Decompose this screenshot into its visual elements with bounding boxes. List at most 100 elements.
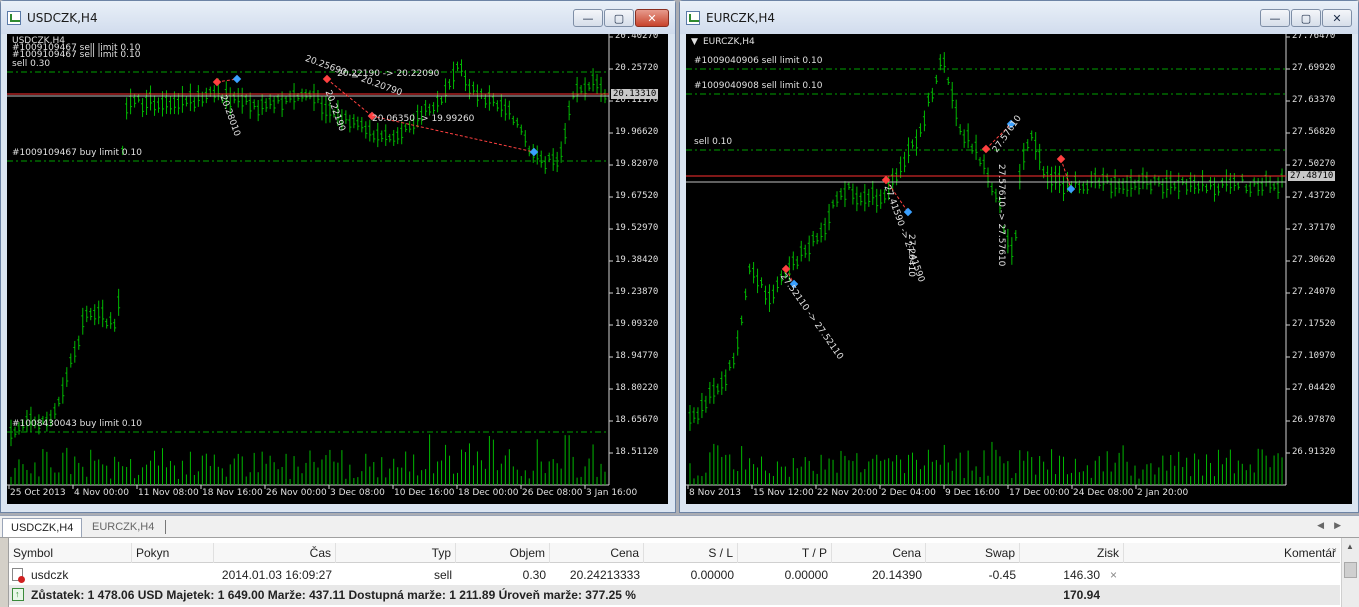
price-tick-label: 27.10970 (1292, 351, 1336, 361)
minimize-button[interactable]: — (573, 9, 603, 27)
dropdown-icon: ▼ (691, 37, 698, 47)
window-titlebar[interactable]: EURCZK,H4 — ▢ ✕ (680, 1, 1358, 34)
chart-window-eurczk[interactable]: EURCZK,H4 — ▢ ✕ 27.76470 27.69920 27.63370… (679, 0, 1359, 513)
price-tick-label: 27.04420 (1292, 383, 1336, 393)
price-tick-label: 27.37170 (1292, 223, 1336, 233)
col-type[interactable]: Typ (336, 543, 456, 563)
trade-open-marker (981, 144, 991, 154)
tab-usdczk[interactable]: USDCZK,H4 (2, 518, 83, 537)
price-tick-label: 27.50270 (1292, 159, 1336, 169)
col-price[interactable]: Cena (832, 543, 926, 563)
price-tick-label: 18.94770 (615, 351, 659, 361)
time-tick-label: 17 Dec 00:00 (1009, 488, 1070, 498)
price-tick-label: 19.67520 (615, 191, 659, 201)
overlay-label: #1009109467 sell limit 0.10 (12, 50, 141, 60)
tab-separator (165, 520, 166, 534)
time-tick-label: 15 Nov 12:00 (753, 488, 814, 498)
price-tick-label: 18.51120 (615, 447, 659, 457)
tab-scroll-arrows[interactable]: ◀▶ (1317, 520, 1351, 531)
minimize-button[interactable]: — (1260, 9, 1290, 27)
total-profit: 170.94 (1063, 588, 1100, 602)
col-sl[interactable]: S / L (644, 543, 738, 563)
window-title: USDCZK,H4 (27, 11, 98, 25)
col-swap[interactable]: Swap (926, 543, 1020, 563)
maximize-icon: ▢ (613, 11, 625, 25)
time-tick-label: 8 Nov 2013 (689, 488, 741, 498)
col-time[interactable]: Čas (214, 543, 336, 563)
price-tick-label: 19.82070 (615, 159, 659, 169)
time-tick-label: 18 Nov 16:00 (202, 488, 263, 498)
price-tick-label: 27.43720 (1292, 191, 1336, 201)
price-tick-label: 26.91320 (1292, 447, 1336, 457)
terminal-scrollbar[interactable]: ▲ (1341, 538, 1359, 607)
trade-open-marker (212, 77, 222, 87)
chart-symbol-label: EURCZK,H4 (703, 37, 755, 47)
trade-terminal: Symbol Pokyn Čas Typ Objem Cena S / L T … (0, 537, 1359, 607)
trade-price-text: 20.06350 -> 19.99260 (372, 114, 475, 124)
col-symbol[interactable]: Symbol (9, 543, 132, 563)
col-volume[interactable]: Objem (456, 543, 550, 563)
close-button[interactable]: ✕ (635, 9, 669, 27)
col-order[interactable]: Pokyn (132, 543, 214, 563)
price-chart[interactable]: 20.40270 20.25720 20.11170 19.96620 19.82070… (7, 34, 668, 504)
scroll-left-icon[interactable]: ◀ (1317, 520, 1334, 530)
price-tick-label: 27.76470 (1292, 34, 1336, 41)
table-row[interactable]: usdczk 2014.01.03 16:09:27 sell 0.30 20.… (9, 565, 1340, 585)
trade-close-marker (903, 207, 913, 217)
trade-price-text: 27.57610 -> 27.57610 (996, 164, 1006, 267)
order-level-label: #1009040908 sell limit 0.10 (694, 81, 823, 91)
terminal-side-handle[interactable] (0, 538, 9, 607)
current-price-label: 27.48710 (1288, 171, 1336, 181)
col-profit[interactable]: Zisk (1020, 543, 1124, 563)
row-sl[interactable]: 0.00000 (644, 565, 738, 585)
account-summary: Zůstatek: 1 478.06 USD Majetek: 1 649.00… (31, 588, 636, 602)
trade-open-marker (1056, 154, 1066, 164)
chart-canvas (686, 34, 1290, 489)
close-position-icon[interactable]: × (1106, 565, 1121, 585)
position-icon (12, 568, 25, 583)
price-tick-label: 19.38420 (615, 255, 659, 265)
price-chart[interactable]: 27.76470 27.69920 27.63370 27.56820 27.50270… (686, 34, 1352, 504)
maximize-button[interactable]: ▢ (604, 9, 634, 27)
col-tp[interactable]: T / P (738, 543, 832, 563)
time-tick-label: 26 Nov 00:00 (266, 488, 327, 498)
price-tick-label: 27.63370 (1292, 95, 1336, 105)
terminal-app: USDCZK,H4 — ▢ ✕ 20.40270 20.25720 20.11170… (0, 0, 1359, 607)
chart-window-usdczk[interactable]: USDCZK,H4 — ▢ ✕ 20.40270 20.25720 20.11170… (0, 0, 676, 513)
row-time: 2014.01.03 16:09:27 (221, 568, 332, 582)
trade-table-header: Symbol Pokyn Čas Typ Objem Cena S / L T … (9, 543, 1340, 563)
close-button[interactable]: ✕ (1322, 9, 1352, 27)
row-open-price: 20.24213333 (569, 568, 640, 582)
row-swap: -0.45 (988, 568, 1016, 582)
row-tp[interactable]: 0.00000 (738, 565, 832, 585)
scroll-up-icon[interactable]: ▲ (1346, 542, 1354, 551)
scroll-right-icon[interactable]: ▶ (1334, 520, 1351, 530)
col-comment[interactable]: Komentář (1124, 543, 1340, 563)
time-tick-label: 4 Nov 00:00 (74, 488, 129, 498)
price-tick-label: 19.96620 (615, 127, 659, 137)
scrollbar-thumb[interactable] (1344, 562, 1357, 578)
minimize-icon: — (1269, 11, 1281, 25)
price-tick-label: 27.56820 (1292, 127, 1336, 137)
order-level-label: #1008430043 buy limit 0.10 (12, 419, 142, 429)
window-titlebar[interactable]: USDCZK,H4 — ▢ ✕ (1, 1, 675, 34)
maximize-button[interactable]: ▢ (1291, 9, 1321, 27)
time-tick-label: 10 Dec 16:00 (394, 488, 455, 498)
price-tick-label: 18.80220 (615, 383, 659, 393)
tab-eurczk[interactable]: EURCZK,H4 (84, 518, 162, 537)
price-tick-label: 27.17520 (1292, 319, 1336, 329)
price-tick-label: 20.25720 (615, 63, 659, 73)
chart-tab-bar: USDCZK,H4 EURCZK,H4 ◀▶ (0, 515, 1359, 537)
time-tick-label: 22 Nov 20:00 (817, 488, 878, 498)
chart-window-icon (7, 11, 21, 25)
time-tick-label: 25 Oct 2013 (10, 488, 66, 498)
close-icon: ✕ (647, 11, 657, 25)
price-tick-label: 27.24070 (1292, 287, 1336, 297)
price-tick-label: 20.40270 (615, 34, 659, 41)
time-tick-label: 3 Jan 16:00 (586, 488, 638, 498)
order-level-label: #1009109467 buy limit 0.10 (12, 148, 142, 158)
trade-close-marker (232, 74, 242, 84)
col-open-price[interactable]: Cena (550, 543, 644, 563)
row-symbol: usdczk (31, 568, 69, 582)
row-price: 20.14390 (871, 568, 922, 582)
